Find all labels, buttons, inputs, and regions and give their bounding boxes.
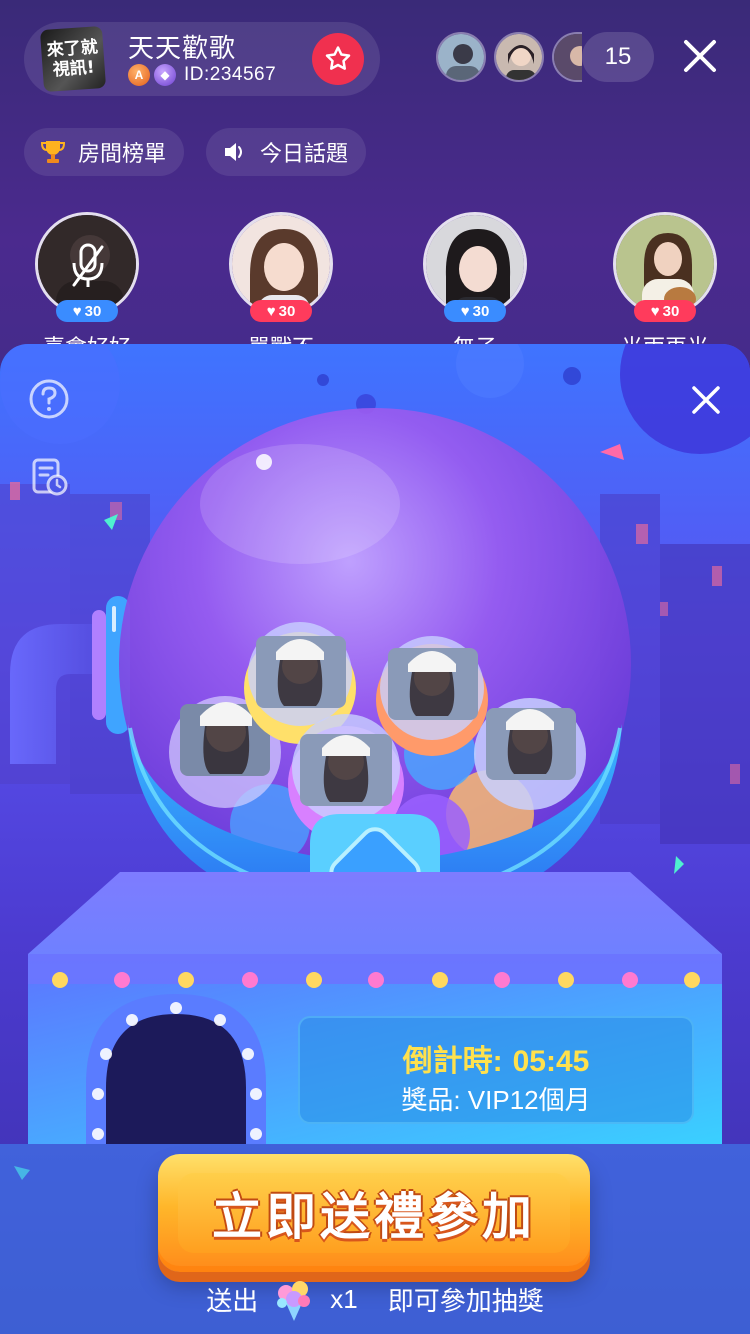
seat-heart-badge: ♥ 30 bbox=[250, 300, 312, 322]
mic-seat-1[interactable]: ♥30 喜會好好 bbox=[34, 212, 140, 360]
viewer-count[interactable]: 15 bbox=[582, 32, 654, 82]
seat-heart-badge: ♥ 30 bbox=[56, 300, 118, 322]
lottery-modal: 倒計時: 05:45 獎品: VIP12個月 立即送禮參加 送出 x1 即可參加抽… bbox=[0, 344, 750, 1334]
seat-heart-count: 30 bbox=[84, 302, 102, 320]
room-logo-line2: 視訊! bbox=[52, 57, 96, 81]
viewer-avatar-2[interactable] bbox=[494, 32, 544, 82]
seat-heart-count: 30 bbox=[662, 302, 680, 320]
cta-inner: 立即送禮參加 bbox=[178, 1173, 570, 1253]
viewer-avatar-1[interactable] bbox=[436, 32, 486, 82]
today-topic-label: 今日話題 bbox=[260, 141, 349, 166]
mic-seat-2[interactable]: ♥30 單戰不 bbox=[228, 212, 334, 360]
footer-quantity: x1 bbox=[330, 1283, 358, 1314]
countdown-label: 倒計時: bbox=[402, 1045, 503, 1078]
send-gift-join-button[interactable]: 立即送禮參加 bbox=[158, 1154, 590, 1272]
today-topic-button[interactable]: 今日話題 bbox=[206, 128, 367, 176]
heart-icon: ♥ bbox=[72, 302, 82, 320]
room-title: 天天歡歌 bbox=[128, 33, 237, 63]
capsule-5 bbox=[474, 698, 586, 810]
prize-text: 獎品: VIP12個月 bbox=[401, 1085, 591, 1115]
room-ranking-button[interactable]: 房間榜單 bbox=[24, 128, 185, 176]
trophy-icon bbox=[40, 141, 66, 163]
heart-icon: ♥ bbox=[460, 302, 470, 320]
lottery-info-panel: 倒計時: 05:45 獎品: VIP12個月 bbox=[298, 1016, 694, 1124]
mic-seat-3[interactable]: ♥30 無子 bbox=[422, 212, 528, 360]
room-subline: A ◆ ID:234567 bbox=[128, 64, 276, 86]
countdown: 倒計時: 05:45 bbox=[300, 1036, 692, 1080]
star-icon bbox=[325, 46, 351, 70]
mic-seat-4[interactable]: ♥30 光雨再光 bbox=[612, 212, 718, 360]
footer-prefix: 送出 bbox=[206, 1285, 259, 1316]
close-icon bbox=[684, 40, 716, 72]
close-room-button[interactable] bbox=[680, 36, 720, 76]
mic-muted-icon bbox=[72, 243, 104, 287]
viewer-avatar-3[interactable] bbox=[552, 32, 582, 82]
seat-heart-badge: ♥ 30 bbox=[634, 300, 696, 322]
heart-icon: ♥ bbox=[650, 302, 660, 320]
bouquet-icon bbox=[277, 1281, 311, 1321]
seat-heart-badge: ♥ 30 bbox=[444, 300, 506, 322]
room-ranking-label: 房間榜單 bbox=[78, 141, 167, 166]
hexagon-badge-icon: ◆ bbox=[154, 64, 176, 86]
seat-heart-count: 30 bbox=[278, 302, 296, 320]
top-bar: 來了就 視訊! 天天歡歌 A ◆ ID:234567 15 bbox=[0, 0, 750, 110]
seat-heart-count: 30 bbox=[472, 302, 490, 320]
heart-icon: ♥ bbox=[266, 302, 276, 320]
follow-star-button[interactable] bbox=[312, 33, 364, 85]
lottery-rule-note: 送出 x1 即可參加抽獎 bbox=[0, 1274, 750, 1324]
footer-suffix: 即可參加抽獎 bbox=[387, 1285, 544, 1316]
speaker-icon bbox=[225, 143, 242, 161]
room-logo: 來了就 視訊! bbox=[39, 25, 107, 93]
capsule-3 bbox=[376, 636, 488, 756]
level-badge-icon: A bbox=[128, 64, 150, 86]
cta-label: 立即送禮參加 bbox=[212, 1189, 536, 1245]
room-info-card[interactable]: 來了就 視訊! 天天歡歌 A ◆ ID:234567 bbox=[24, 22, 380, 96]
room-id: ID:234567 bbox=[184, 64, 277, 85]
countdown-time: 05:45 bbox=[512, 1045, 590, 1078]
